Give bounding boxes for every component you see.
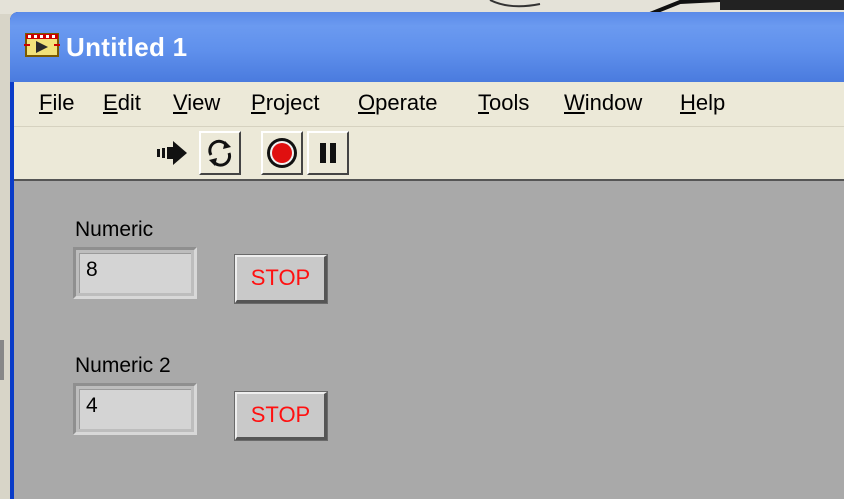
run-continuously-button[interactable] xyxy=(199,131,241,175)
menu-tools[interactable]: Tools xyxy=(478,90,529,116)
stop-button-2[interactable]: STOP xyxy=(234,391,328,441)
numeric-value[interactable]: 8 xyxy=(79,253,191,293)
toolbar xyxy=(14,127,844,181)
menu-help[interactable]: Help xyxy=(680,90,725,116)
labview-window: Untitled 1 File Edit View Project Operat… xyxy=(10,12,844,499)
title-bar[interactable]: Untitled 1 xyxy=(10,12,844,82)
front-panel: Numeric 8 STOP Numeric 2 4 STOP xyxy=(14,181,844,499)
menu-view[interactable]: View xyxy=(173,90,220,116)
menu-project[interactable]: Project xyxy=(251,90,319,116)
numeric-2-label: Numeric 2 xyxy=(75,354,171,377)
numeric-2-value[interactable]: 4 xyxy=(79,389,191,429)
menu-edit[interactable]: Edit xyxy=(103,90,141,116)
menu-window[interactable]: Window xyxy=(564,90,642,116)
stop-button[interactable]: STOP xyxy=(234,254,328,304)
run-continuously-icon xyxy=(208,139,232,167)
run-button[interactable] xyxy=(153,131,195,175)
menu-file[interactable]: File xyxy=(39,90,74,116)
window-edge-shadow xyxy=(0,340,4,380)
numeric-2-control[interactable]: 4 xyxy=(73,383,197,435)
abort-execution-button[interactable] xyxy=(261,131,303,175)
pause-icon xyxy=(320,143,336,163)
abort-execution-icon xyxy=(267,138,297,168)
pause-button[interactable] xyxy=(307,131,349,175)
menu-operate[interactable]: Operate xyxy=(358,90,438,116)
run-arrow-icon xyxy=(157,141,187,165)
labview-vi-icon xyxy=(24,33,60,57)
menu-bar: File Edit View Project Operate Tools Win… xyxy=(14,82,844,127)
window-client-area: File Edit View Project Operate Tools Win… xyxy=(14,82,844,499)
numeric-label: Numeric xyxy=(75,218,154,241)
window-title: Untitled 1 xyxy=(66,32,188,62)
numeric-control[interactable]: 8 xyxy=(73,247,197,299)
